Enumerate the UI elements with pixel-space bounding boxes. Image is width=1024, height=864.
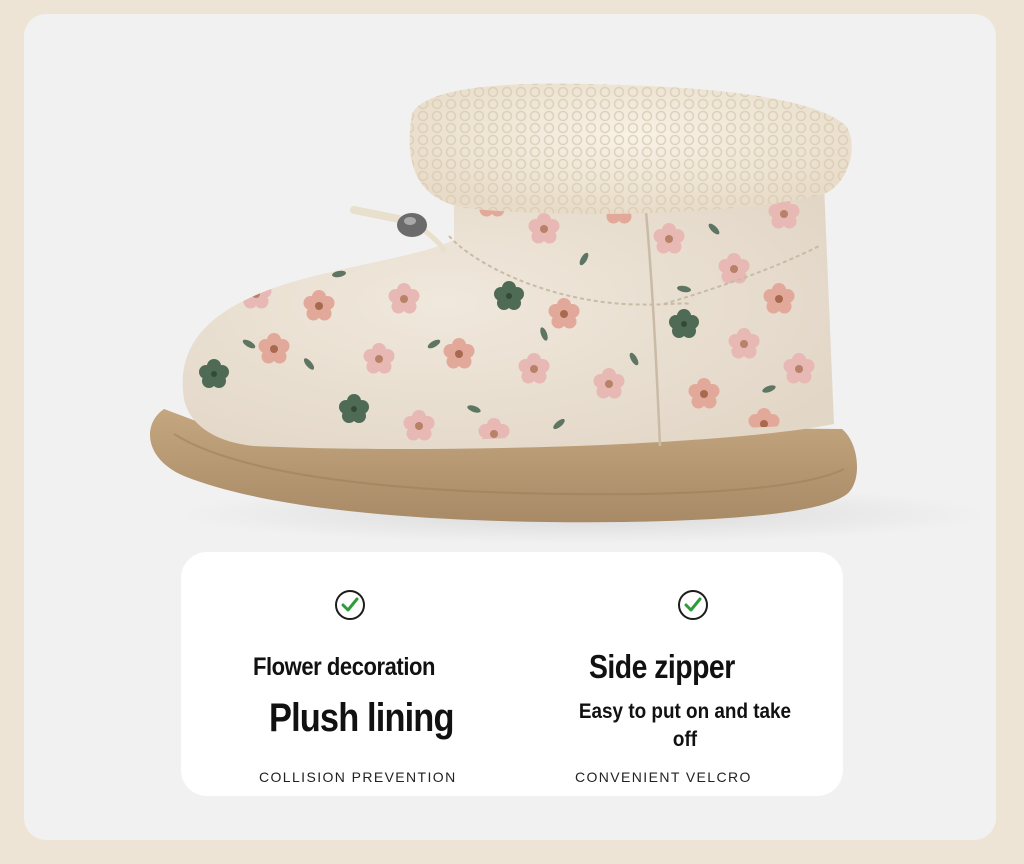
product-card: Flower decoration Plush lining COLLISION… <box>24 14 996 840</box>
feature-title: Side zipper <box>589 648 735 685</box>
check-circle-icon <box>335 590 365 620</box>
boot-upper <box>182 184 835 450</box>
checkmark-icon <box>341 597 359 612</box>
feature-caption: CONVENIENT VELCRO <box>575 769 752 785</box>
feature-left: Flower decoration Plush lining COLLISION… <box>181 552 521 796</box>
boot-icon <box>150 83 858 523</box>
feature-title: Plush lining <box>269 696 454 740</box>
toggle-bead <box>397 213 427 237</box>
lace <box>350 206 403 223</box>
checkmark-icon <box>684 597 702 612</box>
feature-subtitle: Flower decoration <box>253 653 435 681</box>
feature-panel: Flower decoration Plush lining COLLISION… <box>181 552 843 796</box>
check-circle-icon <box>678 590 708 620</box>
feature-right: Side zipper Easy to put on and take off … <box>521 552 843 796</box>
feature-caption: COLLISION PREVENTION <box>259 769 457 785</box>
feature-description: Easy to put on and take off <box>578 700 792 751</box>
